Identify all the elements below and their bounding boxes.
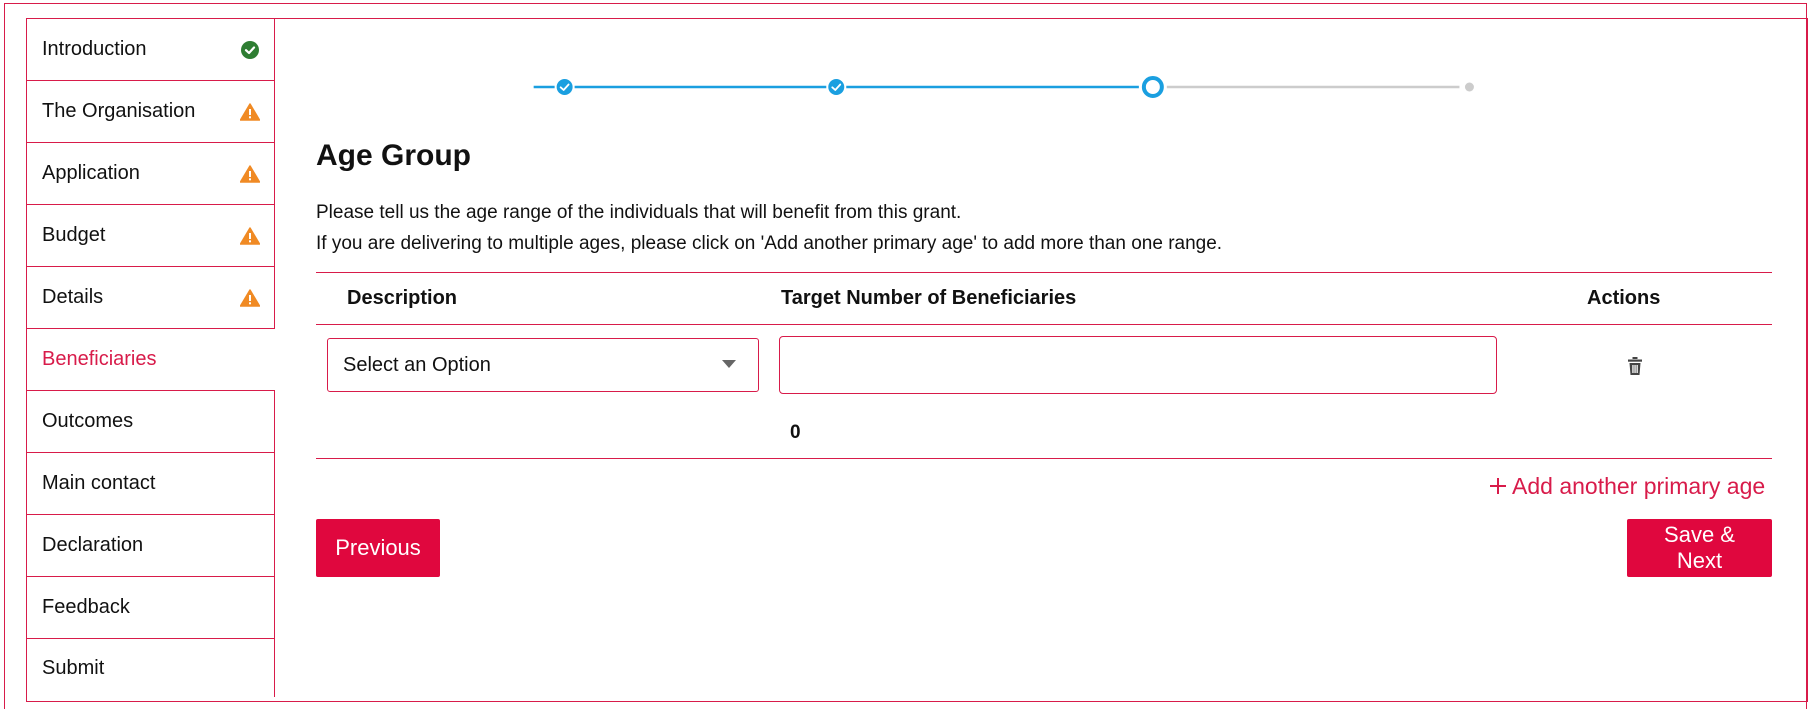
sidebar-item-label: Introduction	[42, 38, 147, 60]
sidebar-item-label: Application	[42, 162, 140, 184]
table-header: Description Target Number of Beneficiari…	[316, 272, 1772, 325]
add-primary-age-label: Add another primary age	[1512, 473, 1766, 499]
age-group-table: Description Target Number of Beneficiari…	[316, 272, 1772, 459]
sidebar-item-label: Main contact	[42, 472, 156, 494]
previous-button[interactable]: Previous	[316, 519, 440, 577]
sidebar-item-label: The Organisation	[42, 100, 196, 122]
sidebar-item-main-contact[interactable]: Main contact	[27, 453, 275, 515]
application-card: Introduction The Organisation Applicatio…	[26, 18, 1808, 702]
add-primary-age-link[interactable]: Add another primary age	[1490, 473, 1765, 500]
sidebar-item-declaration[interactable]: Declaration	[27, 515, 275, 577]
step-current-icon	[1141, 76, 1164, 98]
target-beneficiaries-input[interactable]	[779, 336, 1497, 394]
step-upcoming-icon	[1464, 82, 1474, 92]
beneficiaries-total: 0	[790, 422, 801, 443]
save-next-button[interactable]: Save & Next	[1627, 519, 1772, 577]
sidebar-item-label: Submit	[42, 656, 105, 679]
age-range-select[interactable]: Select an Option	[327, 338, 759, 392]
main-content: Age Group Please tell us the age range o…	[275, 19, 1807, 701]
sidebar-item-feedback[interactable]: Feedback	[27, 577, 275, 639]
select-value: Select an Option	[343, 353, 491, 376]
sidebar-item-outcomes[interactable]: Outcomes	[27, 391, 275, 453]
sidebar-item-label: Details	[42, 286, 104, 308]
sidebar-item-application[interactable]: Application	[27, 143, 275, 205]
sidebar-item-submit[interactable]: Submit	[27, 639, 275, 697]
sidebar-item-label: Beneficiaries	[42, 348, 157, 370]
sidebar-item-label: Outcomes	[42, 410, 134, 432]
instructions-text: Please tell us the age range of the indi…	[316, 197, 1222, 259]
sidebar-item-label: Feedback	[42, 596, 130, 618]
sidebar-item-the-organisation[interactable]: The Organisation	[27, 81, 275, 143]
column-header-actions: Actions	[1587, 287, 1661, 309]
chevron-down-icon	[722, 360, 736, 368]
sidebar-item-label: Budget	[42, 224, 106, 246]
column-header-description: Description	[347, 287, 458, 309]
instructions-line: If you are delivering to multiple ages, …	[316, 233, 1223, 254]
sidebar-item-introduction[interactable]: Introduction	[27, 19, 275, 81]
column-header-target: Target Number of Beneficiaries	[781, 287, 1077, 309]
warning-triangle-icon	[240, 164, 260, 184]
page-title: Age Group	[316, 139, 471, 172]
trash-icon[interactable]	[1627, 356, 1647, 378]
progress-stepper	[533, 76, 1474, 98]
warning-triangle-icon	[240, 288, 260, 308]
instructions-line: Please tell us the age range of the indi…	[316, 202, 962, 223]
warning-triangle-icon	[240, 226, 260, 246]
check-circle-icon	[240, 40, 260, 60]
section-sidebar: Introduction The Organisation Applicatio…	[27, 19, 275, 701]
sidebar-item-label: Declaration	[42, 534, 144, 556]
sidebar-item-beneficiaries[interactable]: Beneficiaries	[27, 329, 275, 391]
warning-triangle-icon	[240, 102, 260, 122]
sidebar-item-details[interactable]: Details	[27, 267, 275, 329]
sidebar-item-budget[interactable]: Budget	[27, 205, 275, 267]
plus-icon	[1490, 473, 1506, 500]
step-complete-icon	[828, 79, 845, 95]
step-complete-icon	[556, 79, 573, 95]
table-row: Select an Option 0	[316, 325, 1772, 459]
